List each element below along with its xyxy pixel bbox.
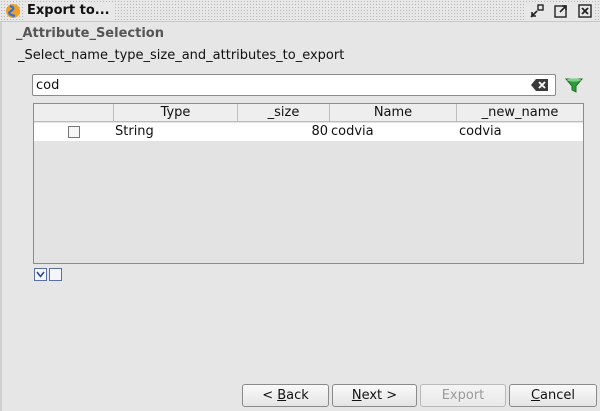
cancel-button[interactable]: Cancel [509, 384, 597, 407]
next-button[interactable]: Next > [332, 384, 417, 407]
column-header-size[interactable]: _size [238, 104, 330, 122]
column-header-new-name[interactable]: _new_name [457, 104, 583, 122]
deselect-all-icon[interactable] [49, 268, 62, 281]
close-icon[interactable] [576, 2, 594, 20]
window-controls [524, 2, 594, 20]
app-icon [5, 3, 21, 19]
search-box [32, 74, 556, 96]
selection-buttons [34, 268, 62, 281]
section-title: _Attribute_Selection [16, 26, 164, 41]
clear-text-icon[interactable] [531, 78, 549, 92]
export-button[interactable]: Export [420, 384, 506, 407]
maximize-icon[interactable] [552, 2, 570, 20]
column-header-type[interactable]: Type [114, 104, 238, 122]
filter-funnel-icon[interactable] [564, 76, 584, 94]
cell-name: codvia [331, 124, 374, 139]
subtitle: _Select_name_type_size_and_attributes_to… [18, 48, 345, 63]
window-title: Export to... [24, 2, 115, 20]
cell-type: String [115, 124, 154, 139]
table-row[interactable]: String 80 codvia codvia [34, 123, 583, 141]
search-input[interactable] [36, 76, 516, 94]
cell-size[interactable]: 80 [238, 123, 330, 141]
title-bar: Export to... [0, 0, 600, 22]
window-border [0, 22, 2, 411]
cell-new-name[interactable]: codvia [457, 123, 583, 141]
table-header: Type _size Name _new_name [34, 104, 583, 122]
column-header-name[interactable]: Name [330, 104, 457, 122]
row-select-cell [34, 123, 114, 141]
dialog-button-bar: < Back Next > Export Cancel [242, 384, 597, 407]
back-button[interactable]: < Back [242, 384, 329, 407]
select-all-icon[interactable] [34, 268, 47, 281]
row-checkbox[interactable] [68, 126, 80, 138]
restore-icon[interactable] [528, 2, 546, 20]
attributes-table: Type _size Name _new_name String 80 codv… [33, 103, 584, 264]
column-header-select[interactable] [34, 104, 114, 122]
